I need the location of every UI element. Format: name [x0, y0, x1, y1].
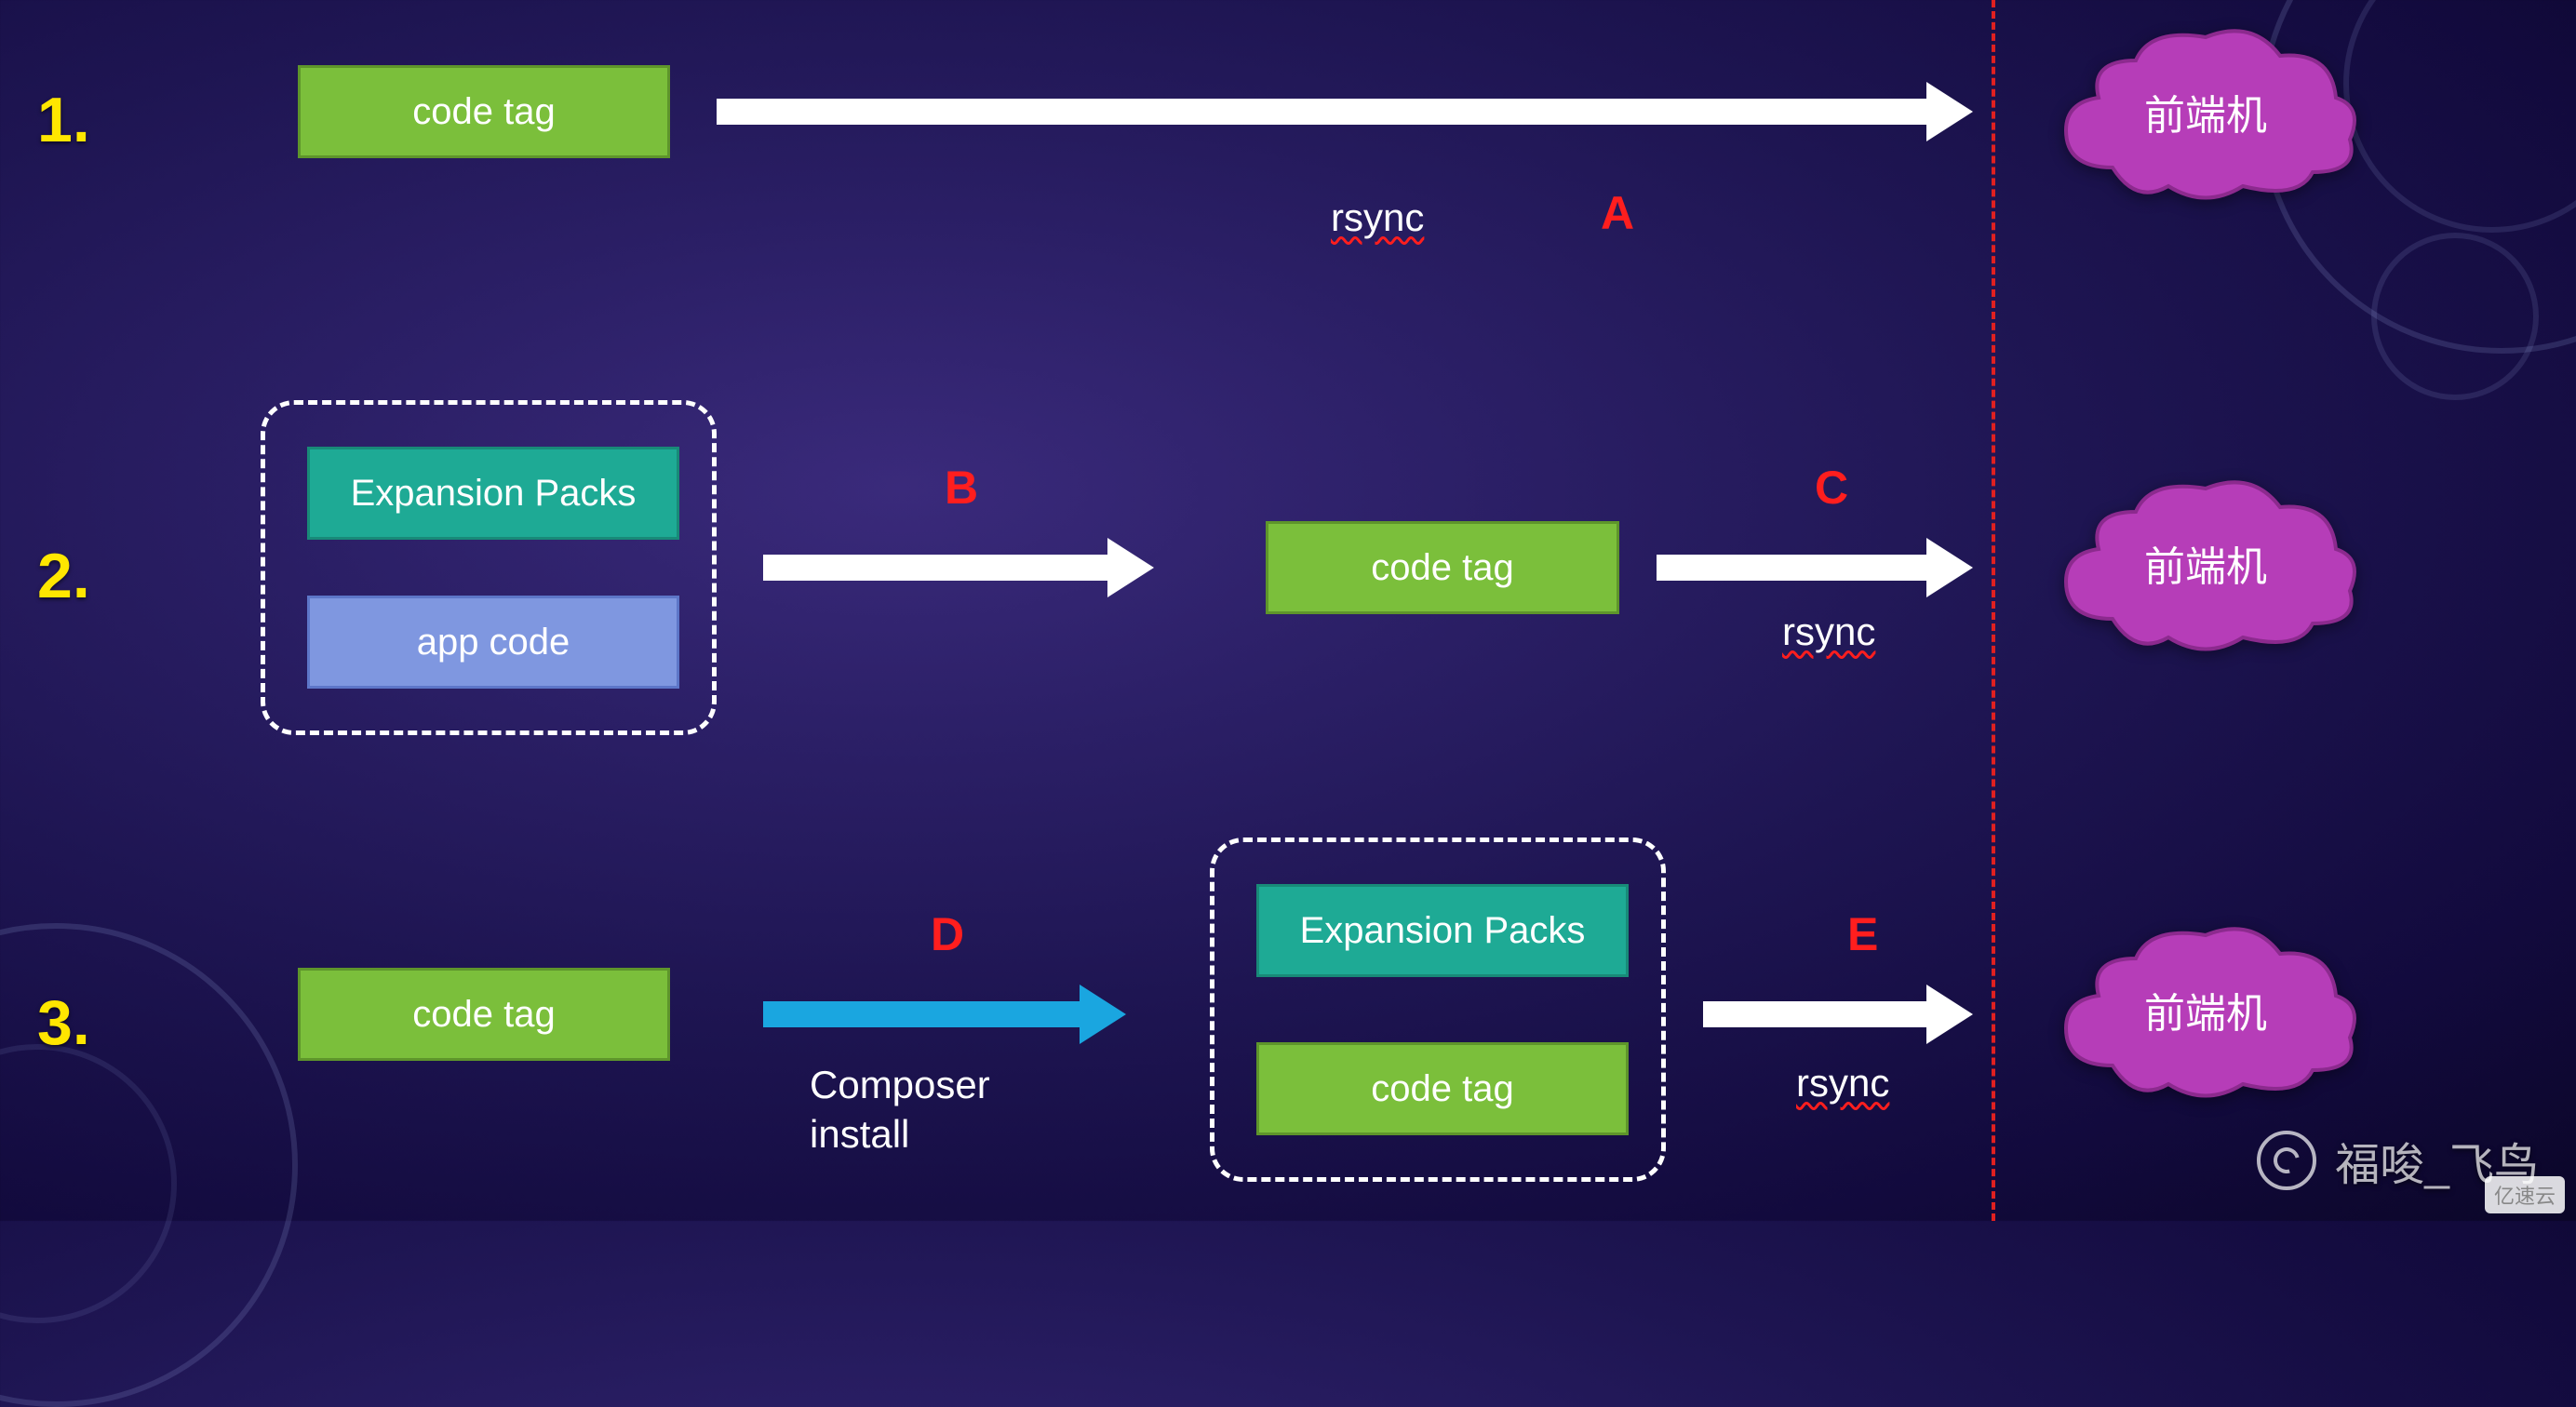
row3-composer-install-label: Composer install — [810, 1061, 990, 1159]
bg-circle-icon — [2343, 0, 2576, 233]
step-number-2: 2. — [37, 540, 90, 612]
row2-letter-b: B — [945, 461, 978, 515]
row1-rsync-label: rsync — [1331, 195, 1424, 240]
watermark-logo-icon — [2257, 1131, 2316, 1190]
row2-arrow-c — [1657, 549, 1973, 586]
row2-letter-c: C — [1815, 461, 1848, 515]
step-number-1: 1. — [37, 84, 90, 156]
row3-letter-e: E — [1847, 907, 1878, 961]
row3-frontend-cloud: 前端机 — [2047, 917, 2364, 1103]
row3-inner-code-tag-box: code tag — [1256, 1042, 1629, 1135]
step-number-3: 3. — [37, 986, 90, 1059]
row1-cloud-label: 前端机 — [2047, 19, 2364, 205]
bg-circle-icon — [0, 1044, 177, 1323]
row1-frontend-cloud: 前端机 — [2047, 19, 2364, 205]
row2-arrow-b — [763, 549, 1154, 586]
row3-rsync-label: rsync — [1796, 1061, 1889, 1106]
row2-cloud-label: 前端机 — [2047, 470, 2364, 656]
row3-arrow-e — [1703, 996, 1973, 1033]
bg-circle-icon — [2371, 233, 2539, 400]
row1-code-tag-box: code tag — [298, 65, 670, 158]
row3-code-tag-box: code tag — [298, 968, 670, 1061]
row2-frontend-cloud: 前端机 — [2047, 470, 2364, 656]
boundary-divider — [1992, 0, 1995, 1221]
row3-expansion-packs-box: Expansion Packs — [1256, 884, 1629, 977]
row2-app-code-box: app code — [307, 596, 679, 689]
row2-code-tag-box: code tag — [1266, 521, 1619, 614]
row1-letter-a: A — [1601, 186, 1634, 240]
row3-arrow-d — [763, 996, 1126, 1033]
row3-cloud-label: 前端机 — [2047, 917, 2364, 1103]
row1-arrow — [717, 93, 1973, 130]
row2-expansion-packs-box: Expansion Packs — [307, 447, 679, 540]
corner-badge: 亿速云 — [2485, 1176, 2565, 1213]
row3-letter-d: D — [931, 907, 964, 961]
row2-rsync-label: rsync — [1782, 610, 1875, 654]
